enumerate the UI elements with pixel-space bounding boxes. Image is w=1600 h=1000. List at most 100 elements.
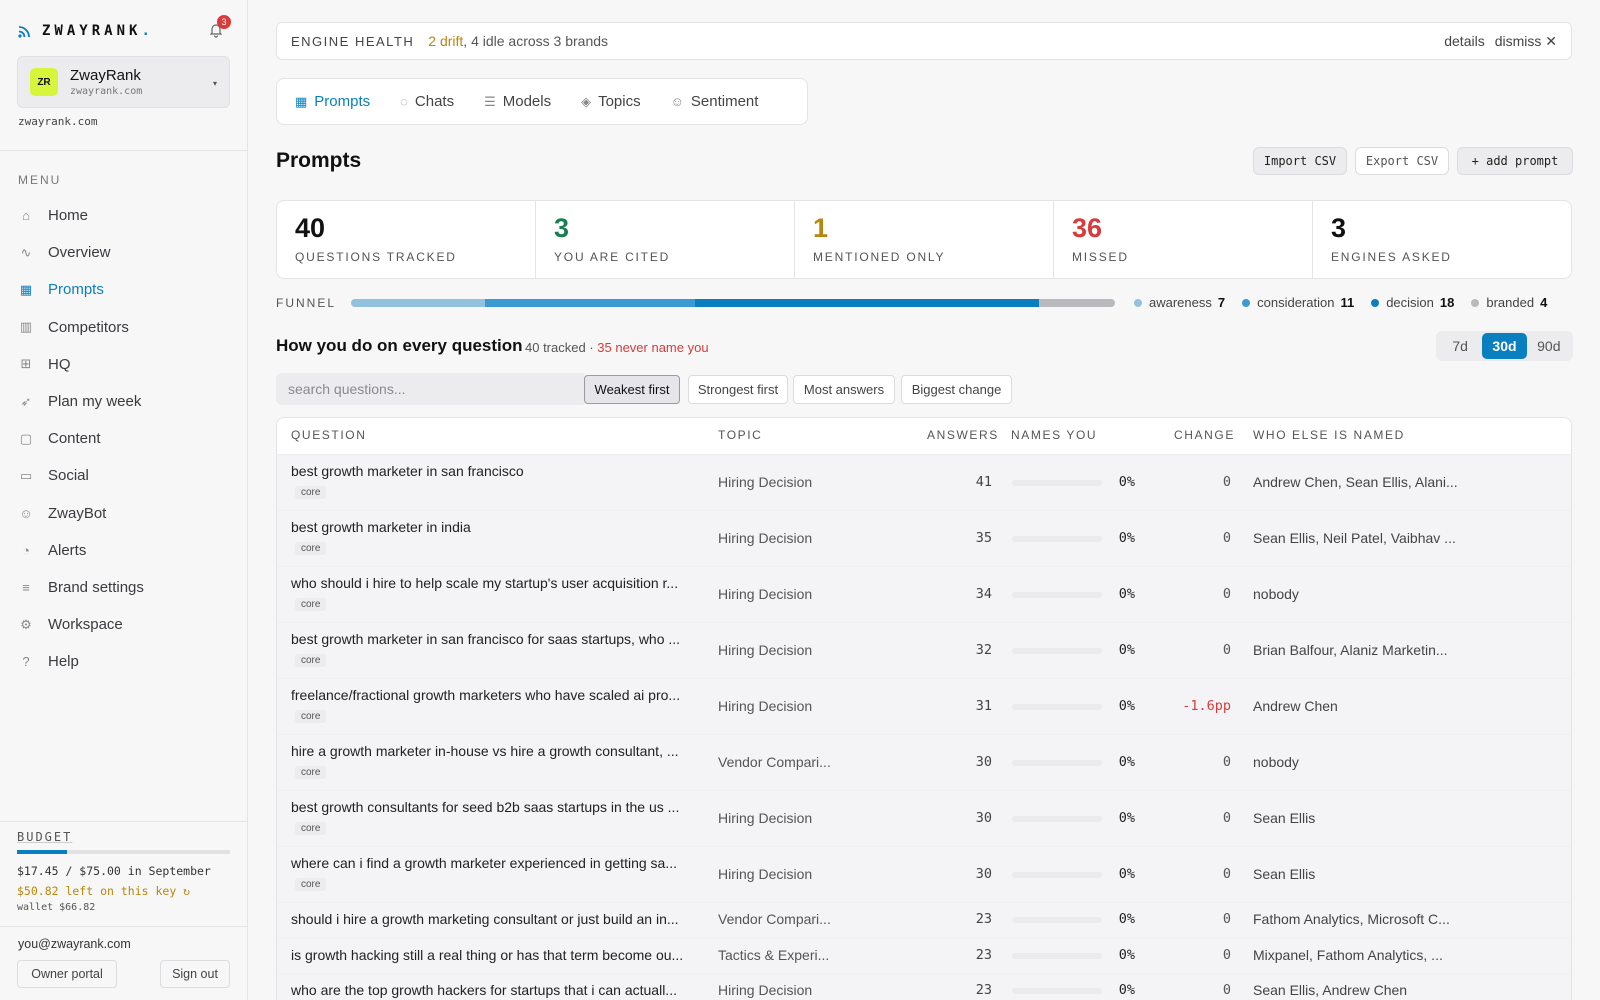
table-row[interactable]: is growth hacking still a real thing or … bbox=[277, 938, 1571, 974]
who-else-cell: Mixpanel, Fathom Analytics, ... bbox=[1253, 946, 1443, 963]
tab-chats[interactable]: ◌ Chats bbox=[400, 93, 454, 110]
table-row[interactable]: who should i hire to help scale my start… bbox=[277, 567, 1571, 623]
section-subtitle: 40 tracked · 35 never name you bbox=[525, 340, 709, 355]
sidebar-item-overview[interactable]: ∿ Overview bbox=[18, 234, 230, 271]
engine-health-summary: , 4 idle across 3 brands bbox=[463, 33, 609, 49]
logo[interactable]: ZWAYRANK. 3 bbox=[18, 15, 231, 42]
stat-value: 3 bbox=[1331, 213, 1347, 243]
column-header-names-you[interactable]: NAMES YOU bbox=[1011, 428, 1097, 442]
sidebar-item-alerts[interactable]: ◔ Alerts bbox=[18, 532, 230, 569]
question-text[interactable]: who should i hire to help scale my start… bbox=[291, 575, 678, 591]
sidebar-item-brand-settings[interactable]: ≡ Brand settings bbox=[18, 569, 230, 606]
import-csv-button[interactable]: Import CSV bbox=[1253, 147, 1347, 175]
stats-strip: 40 QUESTIONS TRACKED 3 YOU ARE CITED 1 MENTIO… bbox=[276, 200, 1572, 279]
change-cell: 0 bbox=[1222, 911, 1231, 927]
question-text[interactable]: best growth consultants for seed b2b saa… bbox=[291, 799, 679, 815]
legend-branded: branded 4 bbox=[1471, 295, 1547, 310]
notifications-bell-icon[interactable]: 3 bbox=[208, 15, 231, 38]
change-cell: 0 bbox=[1222, 810, 1231, 826]
sidebar-item-hq[interactable]: ⊞ HQ bbox=[18, 346, 230, 383]
topic-cell: Hiring Decision bbox=[718, 586, 813, 602]
sidebar-item-zwaybot[interactable]: ☺ ZwayBot bbox=[18, 495, 230, 532]
details-link[interactable]: details bbox=[1444, 33, 1484, 50]
tab-topics[interactable]: ◈ Topics bbox=[581, 93, 641, 110]
sign-out-button[interactable]: Sign out bbox=[160, 960, 230, 988]
brand-switcher[interactable]: ZR ZwayRank zwayrank.com ▾ bbox=[17, 56, 230, 108]
names-you-bar bbox=[1012, 704, 1102, 710]
column-header-question[interactable]: QUESTION bbox=[291, 428, 366, 442]
tab-prompts[interactable]: ▦ Prompts bbox=[295, 93, 370, 110]
tab-sentiment[interactable]: ☺ Sentiment bbox=[671, 93, 759, 110]
range-option-7d[interactable]: 7d bbox=[1438, 333, 1482, 359]
signal-logo-icon bbox=[18, 26, 30, 38]
document-icon: ▢ bbox=[19, 430, 33, 446]
funnel-segment-decision[interactable] bbox=[694, 299, 1039, 307]
column-header-who-else[interactable]: WHO ELSE IS NAMED bbox=[1253, 428, 1405, 442]
tab-models[interactable]: ☰ Models bbox=[484, 93, 551, 110]
who-else-cell: Andrew Chen, Sean Ellis, Alani... bbox=[1253, 474, 1458, 490]
column-header-change[interactable]: CHANGE bbox=[1174, 428, 1235, 442]
table-row[interactable]: freelance/fractional growth marketers wh… bbox=[277, 679, 1571, 735]
table-row[interactable]: best growth consultants for seed b2b saa… bbox=[277, 791, 1571, 847]
sidebar-item-content[interactable]: ▢ Content bbox=[18, 420, 230, 457]
sort-biggest-change-button[interactable]: Biggest change bbox=[901, 375, 1012, 404]
who-else-cell: nobody bbox=[1253, 754, 1299, 770]
sidebar-item-home[interactable]: ⌂ Home bbox=[18, 197, 230, 234]
sort-weakest-first-button[interactable]: Weakest first bbox=[584, 375, 680, 404]
table-row[interactable]: best growth marketer in san francisco cor… bbox=[277, 455, 1571, 511]
sidebar-item-label: Plan my week bbox=[48, 393, 142, 411]
sort-strongest-first-button[interactable]: Strongest first bbox=[688, 375, 788, 404]
add-prompt-button[interactable]: + add prompt bbox=[1457, 147, 1573, 175]
stat-mentioned-only[interactable]: 1 MENTIONED ONLY bbox=[795, 201, 1054, 278]
change-cell: 0 bbox=[1222, 586, 1231, 602]
table-row[interactable]: where can i find a growth marketer exper… bbox=[277, 847, 1571, 903]
funnel-segment-branded[interactable] bbox=[1038, 299, 1115, 307]
column-header-topic[interactable]: TOPIC bbox=[718, 428, 762, 442]
sidebar-item-help[interactable]: ? Help bbox=[18, 643, 230, 680]
sidebar-item-prompts[interactable]: ▦ Prompts bbox=[18, 271, 230, 308]
stat-you-are-cited[interactable]: 3 YOU ARE CITED bbox=[536, 201, 795, 278]
question-text[interactable]: best growth marketer in san francisco bbox=[291, 463, 524, 479]
stat-engines-asked[interactable]: 3 ENGINES ASKED bbox=[1313, 201, 1571, 278]
export-csv-button[interactable]: Export CSV bbox=[1355, 147, 1449, 175]
who-else-cell: Sean Ellis, Andrew Chen bbox=[1253, 982, 1408, 998]
dismiss-button[interactable]: dismiss ✕ bbox=[1495, 33, 1557, 50]
stat-questions-tracked[interactable]: 40 QUESTIONS TRACKED bbox=[277, 201, 536, 278]
question-text[interactable]: who are the top growth hackers for start… bbox=[291, 982, 677, 998]
table-row[interactable]: hire a growth marketer in-house vs hire … bbox=[277, 735, 1571, 791]
answers-cell: 23 bbox=[975, 911, 992, 927]
tab-label: Topics bbox=[598, 93, 641, 110]
page-title: Prompts bbox=[276, 149, 362, 172]
question-text[interactable]: should i hire a growth marketing consult… bbox=[291, 911, 679, 927]
stat-label: ENGINES ASKED bbox=[1331, 250, 1452, 264]
tab-label: Chats bbox=[414, 93, 455, 110]
question-text[interactable]: best growth marketer in india bbox=[291, 519, 471, 535]
question-text[interactable]: is growth hacking still a real thing or … bbox=[291, 947, 683, 963]
column-header-answers[interactable]: ANSWERS bbox=[927, 428, 999, 442]
question-text[interactable]: freelance/fractional growth marketers wh… bbox=[291, 687, 680, 703]
sidebar-item-competitors[interactable]: ▥ Competitors bbox=[18, 309, 230, 346]
table-row[interactable]: best growth marketer in india core Hiring … bbox=[277, 511, 1571, 567]
sidebar-item-plan-my-week[interactable]: ➶ Plan my week bbox=[18, 383, 230, 420]
owner-portal-button[interactable]: Owner portal bbox=[17, 960, 117, 988]
legend-dot bbox=[1134, 298, 1142, 307]
range-option-90d[interactable]: 90d bbox=[1527, 333, 1571, 359]
question-text[interactable]: best growth marketer in san francisco fo… bbox=[291, 631, 680, 647]
table-row[interactable]: best growth marketer in san francisco fo… bbox=[277, 623, 1571, 679]
stat-missed[interactable]: 36 MISSED bbox=[1054, 201, 1313, 278]
chat-icon: ◌ bbox=[400, 94, 408, 109]
table-row[interactable]: should i hire a growth marketing consult… bbox=[277, 903, 1571, 939]
sidebar-item-social[interactable]: ▭ Social bbox=[18, 457, 230, 494]
range-option-30d[interactable]: 30d bbox=[1482, 333, 1527, 359]
sidebar-item-workspace[interactable]: ⚙ Workspace bbox=[18, 606, 230, 643]
funnel-segment-consideration[interactable] bbox=[484, 299, 695, 307]
sort-most-answers-button[interactable]: Most answers bbox=[793, 375, 895, 404]
names-you-cell: 0% bbox=[1118, 982, 1135, 998]
question-text[interactable]: hire a growth marketer in-house vs hire … bbox=[291, 743, 679, 759]
stat-value: 36 bbox=[1072, 213, 1103, 243]
search-input[interactable] bbox=[276, 373, 587, 405]
table-row[interactable]: who are the top growth hackers for start… bbox=[277, 974, 1571, 1000]
funnel-segment-awareness[interactable] bbox=[351, 299, 485, 307]
date-range-toggle: 7d 30d 90d bbox=[1436, 331, 1573, 361]
question-text[interactable]: where can i find a growth marketer exper… bbox=[291, 855, 677, 871]
